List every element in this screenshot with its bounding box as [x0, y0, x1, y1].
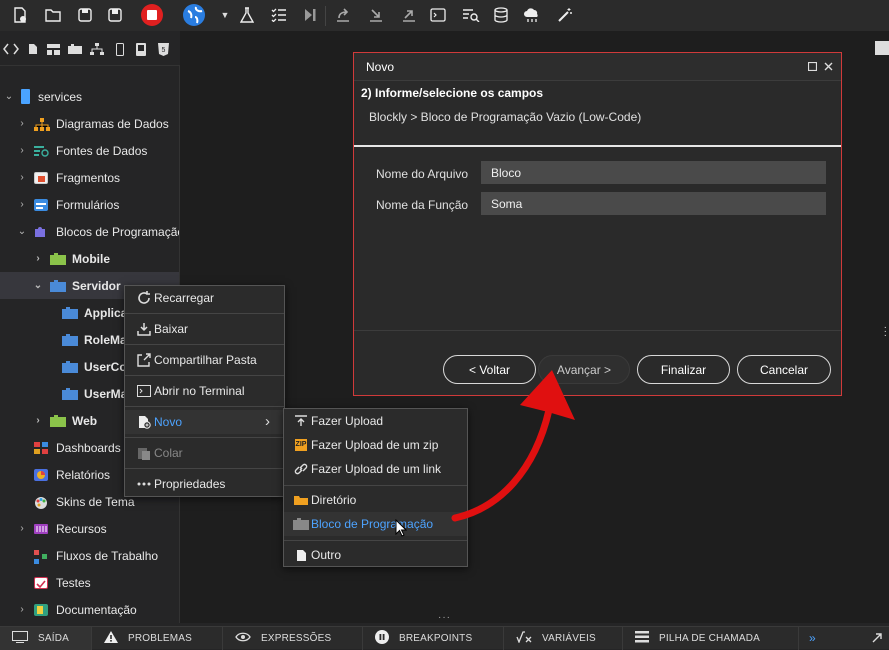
tab-label: PROBLEMAS	[128, 632, 193, 644]
pause-icon	[375, 629, 389, 647]
tab-label: SAÍDA	[38, 632, 70, 644]
tab-label: PILHA DE CHAMADA	[659, 632, 761, 644]
expand-panel-icon[interactable]	[872, 632, 883, 646]
bottom-panel-tabs: SAÍDA PROBLEMAS EXPRESSÕES BREAKPOINTS V…	[0, 626, 889, 650]
tab-output[interactable]: SAÍDA	[0, 626, 92, 650]
tab-expressions[interactable]: EXPRESSÕES	[223, 626, 363, 650]
tab-label: BREAKPOINTS	[399, 632, 473, 644]
tab-call-stack[interactable]: PILHA DE CHAMADA	[623, 626, 799, 650]
output-icon	[12, 630, 28, 646]
more-tabs-icon[interactable]: »	[809, 631, 816, 645]
warning-icon	[104, 630, 118, 646]
tab-label: EXPRESSÕES	[261, 632, 332, 644]
tab-label: VARIÁVEIS	[542, 632, 596, 644]
eye-icon	[235, 631, 251, 645]
tab-breakpoints[interactable]: BREAKPOINTS	[363, 626, 504, 650]
tab-variables[interactable]: VARIÁVEIS	[504, 626, 623, 650]
tab-problems[interactable]: PROBLEMAS	[92, 626, 223, 650]
stack-icon	[635, 630, 649, 646]
variable-icon	[516, 630, 532, 646]
annotation-arrow	[451, 370, 575, 522]
